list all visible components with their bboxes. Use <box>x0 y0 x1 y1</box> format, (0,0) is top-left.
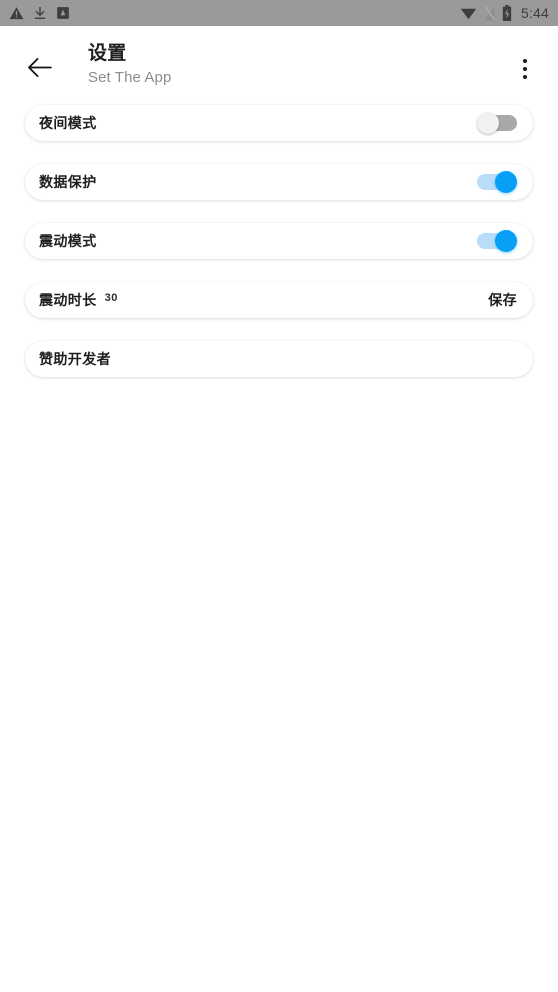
more-vertical-icon-dot <box>523 75 527 79</box>
back-arrow-icon <box>27 57 52 77</box>
toggle-thumb <box>495 171 517 193</box>
setting-row-night-mode[interactable]: 夜间模式 <box>25 105 533 141</box>
setting-row-vibration-duration[interactable]: 震动时长 30 保存 <box>25 282 533 318</box>
save-button[interactable]: 保存 <box>488 290 517 310</box>
toggle-thumb <box>477 112 499 134</box>
status-bar: 5:44 <box>0 0 558 26</box>
data-protection-toggle[interactable] <box>477 171 517 193</box>
download-icon <box>34 6 46 19</box>
setting-label: 数据保护 <box>39 174 97 190</box>
page-title: 设置 <box>88 43 127 64</box>
setting-row-vibration-mode[interactable]: 震动模式 <box>25 223 533 259</box>
more-vertical-icon-dot <box>523 67 527 71</box>
more-vertical-icon-dot <box>523 59 527 63</box>
status-bar-right-icons: 5:44 <box>460 5 549 21</box>
toggle-thumb <box>495 230 517 252</box>
status-bar-left-icons <box>9 6 70 21</box>
setting-label: 震动模式 <box>39 233 97 249</box>
header-titles: 设置 Set The App <box>88 42 171 89</box>
page-subtitle: Set The App <box>88 69 172 86</box>
vibration-mode-toggle[interactable] <box>477 230 517 252</box>
setting-row-data-protection[interactable]: 数据保护 <box>25 164 533 200</box>
night-mode-toggle[interactable] <box>477 112 517 134</box>
setting-label: 震动时长 <box>39 292 97 308</box>
overflow-menu-button[interactable] <box>510 52 540 86</box>
setting-row-sponsor-developer[interactable]: 赞助开发者 <box>25 341 533 377</box>
back-button[interactable] <box>18 46 60 88</box>
app-header: 设置 Set The App <box>0 26 558 96</box>
vibration-duration-input[interactable]: 30 <box>105 291 118 302</box>
wifi-icon <box>460 8 477 20</box>
setting-label: 赞助开发者 <box>39 351 111 367</box>
warning-triangle-icon <box>9 6 24 19</box>
settings-list: 夜间模式 数据保护 震动模式 震动时长 30 保存 赞助开发者 <box>0 105 558 377</box>
status-bar-clock: 5:44 <box>520 5 549 21</box>
signal-off-icon <box>484 5 495 20</box>
app-badge-icon <box>57 7 69 19</box>
battery-charging-icon <box>502 5 512 21</box>
setting-label: 夜间模式 <box>39 115 97 131</box>
